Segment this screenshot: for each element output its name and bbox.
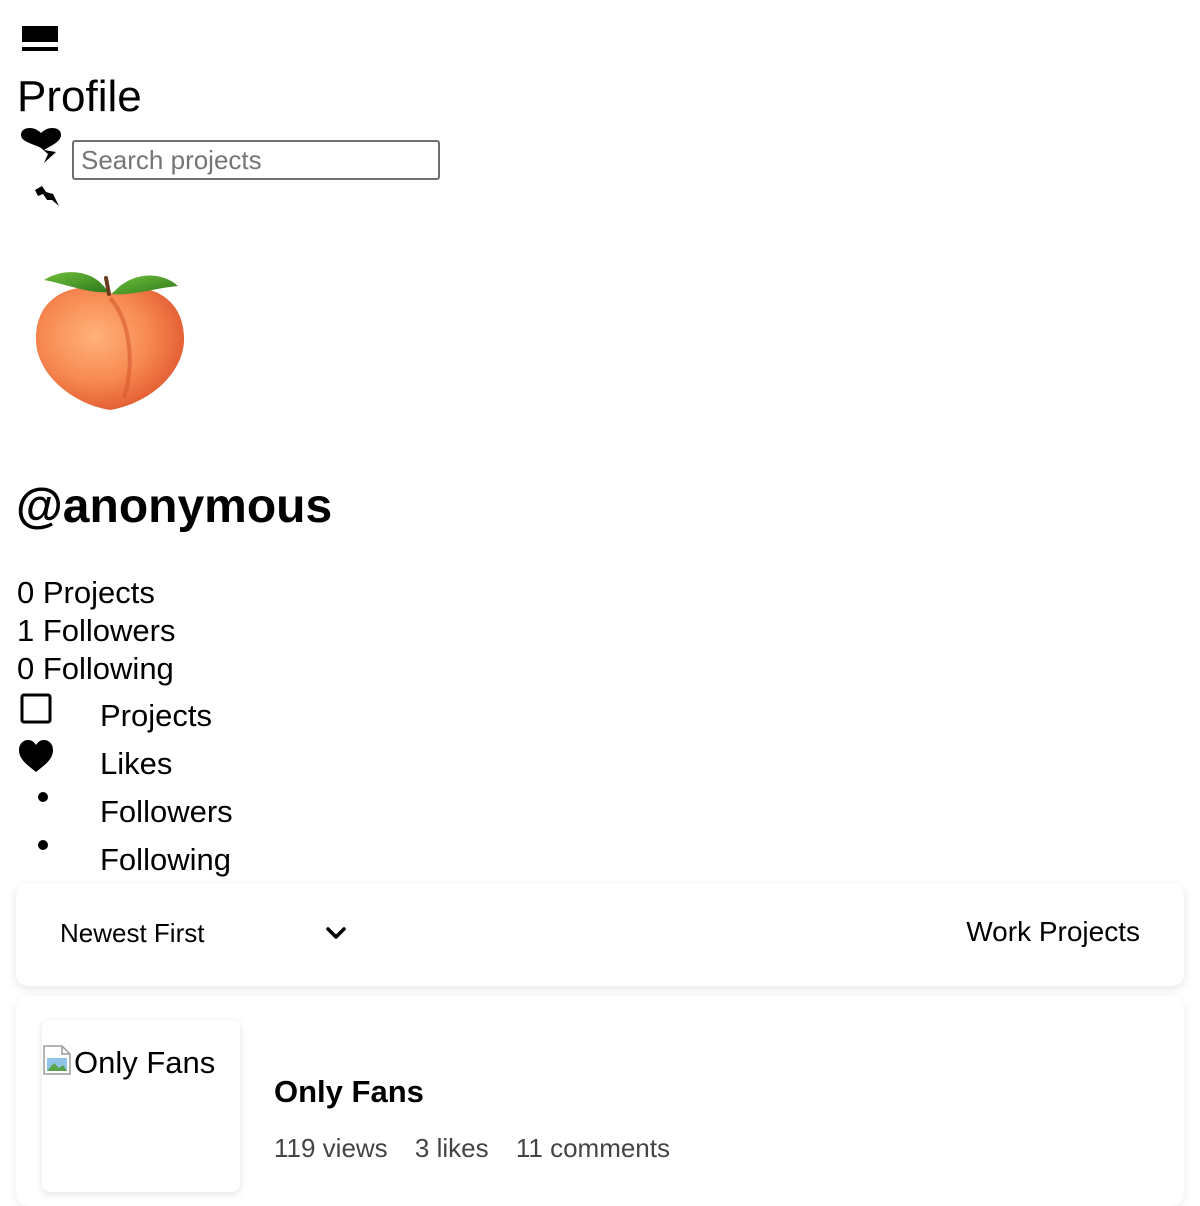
- tab-following[interactable]: Following: [16, 834, 276, 882]
- square-outline-icon: [20, 693, 52, 724]
- search-input[interactable]: [72, 140, 440, 180]
- followers-count[interactable]: 1 Followers: [17, 612, 176, 650]
- tab-likes[interactable]: Likes: [16, 738, 276, 786]
- tab-followers[interactable]: Followers: [16, 786, 276, 834]
- broken-image-icon: [43, 1045, 71, 1075]
- menu-icon[interactable]: [22, 26, 58, 52]
- peach-avatar-icon: [35, 272, 185, 410]
- tab-label: Following: [100, 842, 231, 877]
- project-card[interactable]: Only Fans Only Fans 119 views 3 likes 11…: [16, 996, 1184, 1206]
- profile-tabs: Projects Likes Followers Following: [16, 690, 276, 882]
- tab-label: Likes: [100, 746, 173, 781]
- bullet-icon: [38, 792, 48, 802]
- broken-glyph-icon: [35, 186, 59, 206]
- project-meta: 119 views 3 likes 11 comments: [274, 1132, 690, 1164]
- heart-logo-icon[interactable]: [20, 128, 62, 166]
- project-thumbnail[interactable]: Only Fans: [42, 1020, 240, 1192]
- bullet-icon: [38, 840, 48, 850]
- sort-select[interactable]: Newest First: [60, 914, 346, 954]
- filter-bar: Newest First Work Projects: [16, 884, 1184, 986]
- thumbnail-alt-text: Only Fans: [74, 1045, 216, 1080]
- tab-projects[interactable]: Projects: [16, 690, 276, 738]
- projects-count: 0 Projects: [17, 575, 155, 610]
- project-views: 119 views: [274, 1133, 388, 1163]
- work-projects-filter[interactable]: Work Projects: [966, 914, 1140, 950]
- following-count[interactable]: 0 Following: [17, 650, 176, 688]
- sort-selected-value: Newest First: [60, 918, 205, 948]
- project-likes: 3 likes: [414, 1133, 489, 1163]
- tab-label: Projects: [100, 698, 212, 733]
- heart-icon: [19, 740, 53, 772]
- tab-label: Followers: [100, 794, 233, 829]
- page-title: Profile: [17, 72, 142, 121]
- chevron-down-icon: [326, 927, 346, 939]
- username: @anonymous: [16, 480, 333, 533]
- project-comments: 11 comments: [515, 1133, 670, 1163]
- profile-stats: 0 Projects 1 Followers 0 Following: [17, 574, 176, 688]
- project-title[interactable]: Only Fans: [274, 1072, 424, 1112]
